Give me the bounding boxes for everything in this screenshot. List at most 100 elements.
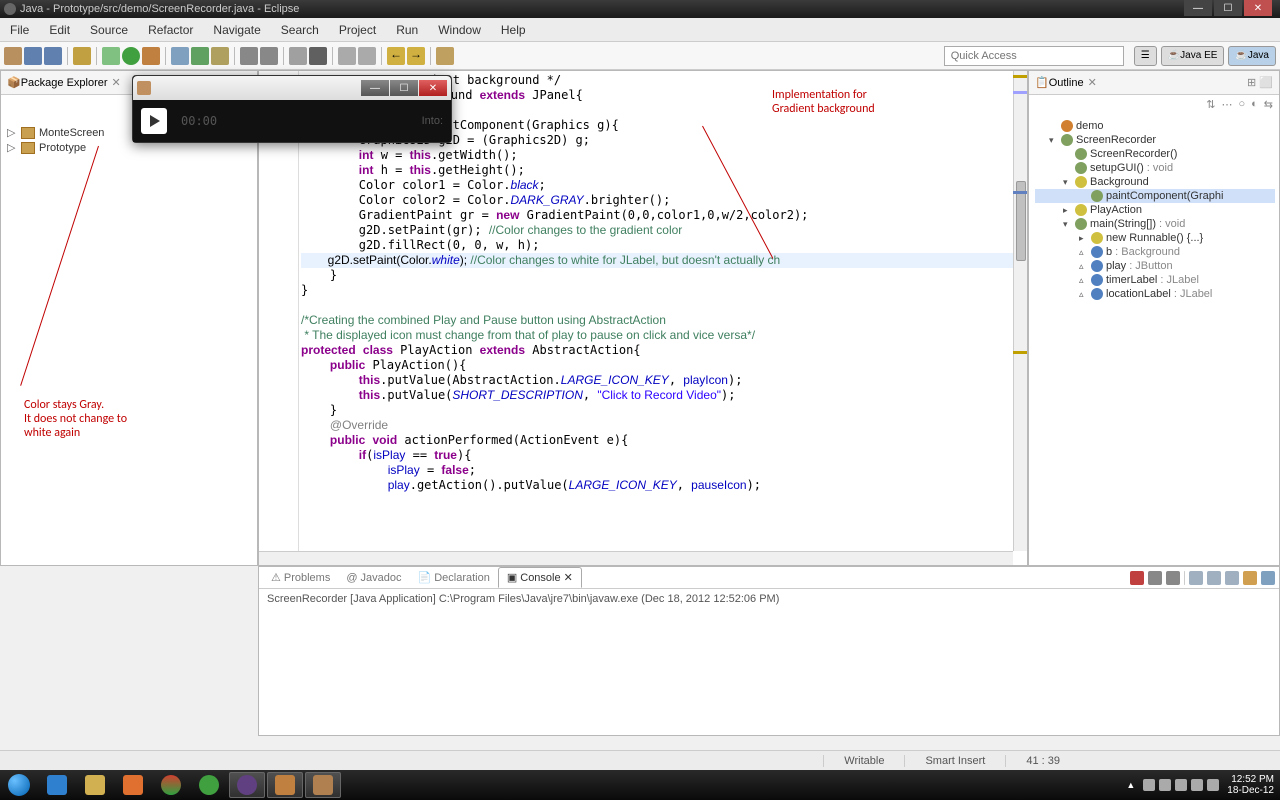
- save-all-icon[interactable]: [44, 47, 62, 65]
- scroll-lock-icon[interactable]: [1207, 571, 1221, 585]
- filter-icon[interactable]: ⋯: [1221, 98, 1232, 112]
- taskbar-explorer[interactable]: [77, 772, 113, 798]
- quick-access-input[interactable]: [944, 46, 1124, 66]
- java-icon: [137, 81, 151, 95]
- system-clock[interactable]: 12:52 PM18-Dec-12: [1227, 774, 1274, 796]
- pin-icon[interactable]: [436, 47, 454, 65]
- perspective-javaee[interactable]: ☕ Java EE: [1161, 46, 1225, 66]
- close-button[interactable]: ✕: [1244, 0, 1272, 16]
- new-icon[interactable]: [4, 47, 22, 65]
- tray-icons[interactable]: [1143, 779, 1219, 791]
- menu-edit[interactable]: Edit: [39, 23, 80, 37]
- menu-help[interactable]: Help: [491, 23, 536, 37]
- menu-navigate[interactable]: Navigate: [203, 23, 270, 37]
- outline-icon: [1091, 246, 1103, 258]
- declaration-tab[interactable]: 📄 Declaration: [410, 571, 498, 584]
- outline-item[interactable]: ▵timerLabel : JLabel: [1035, 273, 1275, 287]
- menu-window[interactable]: Window: [428, 23, 491, 37]
- hide-icon[interactable]: ○: [1238, 98, 1245, 112]
- toggle-icon[interactable]: [260, 47, 278, 65]
- menu-project[interactable]: Project: [329, 23, 386, 37]
- menu-file[interactable]: File: [0, 23, 39, 37]
- nav-icon[interactable]: [338, 47, 356, 65]
- recorder-maximize[interactable]: ☐: [390, 80, 418, 96]
- outline-icon: [1061, 120, 1073, 132]
- maximize-button[interactable]: ☐: [1214, 0, 1242, 16]
- outline-item[interactable]: ▸new Runnable() {...}: [1035, 231, 1275, 245]
- taskbar-chrome[interactable]: [153, 772, 189, 798]
- taskbar-wmp[interactable]: [115, 772, 151, 798]
- terminate-icon[interactable]: [1130, 571, 1144, 585]
- outline-item[interactable]: paintComponent(Graphi: [1035, 189, 1275, 203]
- open-type-icon[interactable]: [211, 47, 229, 65]
- close-tab-icon[interactable]: ✕: [112, 76, 121, 89]
- menu-source[interactable]: Source: [80, 23, 138, 37]
- menu-bar: File Edit Source Refactor Navigate Searc…: [0, 18, 1280, 42]
- recorder-minimize[interactable]: —: [361, 80, 389, 96]
- console-tab[interactable]: ▣ Console ✕: [498, 567, 582, 588]
- unknown-icon[interactable]: [289, 47, 307, 65]
- recorder-titlebar[interactable]: — ☐ ✕: [133, 76, 451, 100]
- open-console-icon[interactable]: [1261, 571, 1275, 585]
- new-package-icon[interactable]: [171, 47, 189, 65]
- recorder-window[interactable]: — ☐ ✕ 00:00 Into:: [132, 75, 452, 143]
- outline-item[interactable]: setupGUI() : void: [1035, 161, 1275, 175]
- clear-console-icon[interactable]: [1189, 571, 1203, 585]
- outline-item[interactable]: ▵b : Background: [1035, 245, 1275, 259]
- outline-item[interactable]: ▾main(String[]) : void: [1035, 217, 1275, 231]
- taskbar-ie[interactable]: [39, 772, 75, 798]
- outline-item[interactable]: demo: [1035, 119, 1275, 133]
- new-class-icon[interactable]: [191, 47, 209, 65]
- perspective-java[interactable]: ☕ Java: [1228, 46, 1276, 66]
- print-icon[interactable]: [73, 47, 91, 65]
- outline-item[interactable]: ▵locationLabel : JLabel: [1035, 287, 1275, 301]
- overview-ruler[interactable]: [1013, 71, 1027, 551]
- nav2-icon[interactable]: [358, 47, 376, 65]
- recorder-into-label: Into:: [422, 115, 443, 127]
- package-explorer-label: Package Explorer: [21, 77, 108, 89]
- start-button[interactable]: [0, 770, 38, 800]
- taskbar-java-app[interactable]: [305, 772, 341, 798]
- run-last-icon[interactable]: [142, 47, 160, 65]
- outline-icon: [1061, 134, 1073, 146]
- menu-refactor[interactable]: Refactor: [138, 23, 203, 37]
- back-icon[interactable]: ←: [387, 47, 405, 65]
- package-explorer-panel: 📦 Package Explorer✕ ▷MonteScreen ▷Protot…: [0, 70, 258, 566]
- outline-tab[interactable]: 📋 Outline✕ ⊞ ⬜: [1029, 71, 1279, 95]
- sort-icon[interactable]: ⇅: [1206, 98, 1215, 112]
- display-console-icon[interactable]: [1243, 571, 1257, 585]
- run-icon[interactable]: [122, 47, 140, 65]
- problems-tab[interactable]: ⚠ Problems: [263, 571, 338, 584]
- forward-icon[interactable]: →: [407, 47, 425, 65]
- code-editor[interactable]: ient background */ protected class Backg…: [259, 71, 1013, 551]
- console-output: ScreenRecorder [Java Application] C:\Pro…: [259, 589, 1279, 609]
- open-perspective-icon[interactable]: ☰: [1134, 46, 1157, 66]
- outline-item[interactable]: ▾Background: [1035, 175, 1275, 189]
- remove-icon[interactable]: [1148, 571, 1162, 585]
- unknown2-icon[interactable]: [309, 47, 327, 65]
- outline-item[interactable]: ScreenRecorder(): [1035, 147, 1275, 161]
- taskbar-eclipse[interactable]: [229, 772, 265, 798]
- horizontal-scrollbar[interactable]: [259, 551, 1013, 565]
- pin-console-icon[interactable]: [1225, 571, 1239, 585]
- debug-icon[interactable]: [102, 47, 120, 65]
- outline-item[interactable]: ▸PlayAction: [1035, 203, 1275, 217]
- taskbar-utorrent[interactable]: [191, 772, 227, 798]
- link-icon[interactable]: ⇆: [1264, 98, 1273, 112]
- outline-toolbar: ⇅ ⋯ ○ ◐ ⇆: [1029, 95, 1279, 115]
- recorder-play-button[interactable]: [141, 108, 167, 134]
- menu-search[interactable]: Search: [271, 23, 329, 37]
- outline-item[interactable]: ▾ScreenRecorder: [1035, 133, 1275, 147]
- javadoc-tab[interactable]: @ Javadoc: [338, 572, 409, 584]
- close-tab-icon[interactable]: ✕: [1088, 76, 1097, 89]
- minimize-button[interactable]: —: [1184, 0, 1212, 16]
- recorder-close[interactable]: ✕: [419, 80, 447, 96]
- outline-icon: [1091, 260, 1103, 272]
- search-icon[interactable]: [240, 47, 258, 65]
- taskbar-javaee[interactable]: [267, 772, 303, 798]
- save-icon[interactable]: [24, 47, 42, 65]
- hide-local-icon[interactable]: ◐: [1251, 98, 1258, 112]
- menu-run[interactable]: Run: [386, 23, 428, 37]
- remove-all-icon[interactable]: [1166, 571, 1180, 585]
- outline-item[interactable]: ▵play : JButton: [1035, 259, 1275, 273]
